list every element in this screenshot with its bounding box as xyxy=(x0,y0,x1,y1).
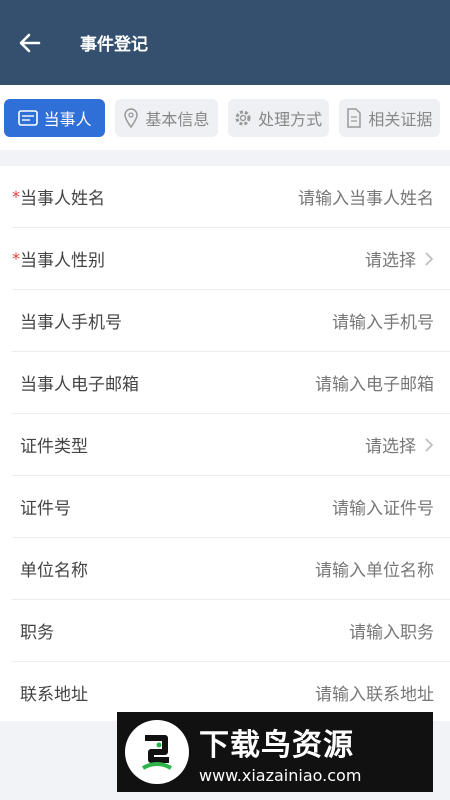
tab-label: 基本信息 xyxy=(145,109,210,129)
watermark-main: 下载鸟资源 xyxy=(199,727,354,763)
form-row-phone[interactable]: 当事人手机号 请输入手机号 xyxy=(12,290,450,352)
gear-icon xyxy=(234,109,252,127)
tab-evidence[interactable]: 相关证据 xyxy=(338,98,440,137)
watermark-url: www.xiazainiao.com xyxy=(199,765,362,785)
form-row-company[interactable]: 单位名称 请输入单位名称 xyxy=(12,538,450,600)
label-text: 联系地址 xyxy=(20,685,88,705)
form-row-email[interactable]: 当事人电子邮箱 请输入电子邮箱 xyxy=(12,352,450,414)
label-text: 当事人性别 xyxy=(20,251,105,271)
label-text: 当事人手机号 xyxy=(20,313,122,333)
document-icon xyxy=(346,107,362,128)
select-placeholder: 请选择 xyxy=(365,437,416,457)
chevron-right-icon xyxy=(424,437,434,453)
form-row-id-type[interactable]: 证件类型 请选择 xyxy=(12,414,450,476)
label-text: 证件类型 xyxy=(20,437,88,457)
tab-party[interactable]: 当事人 xyxy=(4,98,106,137)
arrow-left-icon xyxy=(19,33,41,52)
tab-label: 相关证据 xyxy=(368,109,433,129)
select-placeholder: 请选择 xyxy=(365,251,416,271)
label-text: 证件号 xyxy=(20,499,71,519)
party-name-input[interactable]: 请输入当事人姓名 xyxy=(298,184,434,209)
page-title: 事件登记 xyxy=(80,35,148,55)
tab-basic-info[interactable]: 基本信息 xyxy=(115,98,218,137)
back-button[interactable] xyxy=(0,0,60,85)
tab-label: 处理方式 xyxy=(258,109,323,129)
form-row-position[interactable]: 职务 请输入职务 xyxy=(12,600,450,662)
form-row-party-gender[interactable]: * 当事人性别 请选择 xyxy=(12,228,450,290)
phone-input[interactable]: 请输入手机号 xyxy=(332,308,434,333)
party-form: * 当事人姓名 请输入当事人姓名 * 当事人性别 请选择 当事人手机号 请输入手… xyxy=(0,166,450,724)
position-input[interactable]: 请输入职务 xyxy=(349,618,434,643)
gender-select[interactable]: 请选择 xyxy=(365,246,434,271)
app-header: 事件登记 xyxy=(0,0,450,85)
bird-logo-icon xyxy=(125,720,189,784)
section-divider xyxy=(0,150,450,166)
label-text: 当事人姓名 xyxy=(20,189,105,209)
watermark-banner: 下载鸟资源 www.xiazainiao.com xyxy=(117,712,433,792)
label-text: 单位名称 xyxy=(20,561,88,581)
email-input[interactable]: 请输入电子邮箱 xyxy=(315,370,434,395)
tab-label: 当事人 xyxy=(43,109,92,129)
id-type-select[interactable]: 请选择 xyxy=(365,432,434,457)
form-row-party-name[interactable]: * 当事人姓名 请输入当事人姓名 xyxy=(12,166,450,228)
card-icon xyxy=(17,109,38,126)
address-input[interactable]: 请输入联系地址 xyxy=(315,680,434,705)
field-label: * 当事人姓名 xyxy=(12,184,105,209)
form-row-id-number[interactable]: 证件号 请输入证件号 xyxy=(12,476,450,538)
required-mark: * xyxy=(12,249,20,268)
required-mark: * xyxy=(12,187,20,206)
id-number-input[interactable]: 请输入证件号 xyxy=(332,494,434,519)
chevron-right-icon xyxy=(424,251,434,267)
company-input[interactable]: 请输入单位名称 xyxy=(315,556,434,581)
field-label: * 当事人性别 xyxy=(12,246,105,271)
watermark-text: 下载鸟资源 www.xiazainiao.com xyxy=(199,720,361,785)
location-pin-icon xyxy=(123,107,139,128)
tab-bar: 当事人 基本信息 处理方式 相关证据 xyxy=(0,85,450,150)
label-text: 职务 xyxy=(20,623,54,643)
tab-handling-method[interactable]: 处理方式 xyxy=(227,98,329,137)
label-text: 当事人电子邮箱 xyxy=(20,375,139,395)
